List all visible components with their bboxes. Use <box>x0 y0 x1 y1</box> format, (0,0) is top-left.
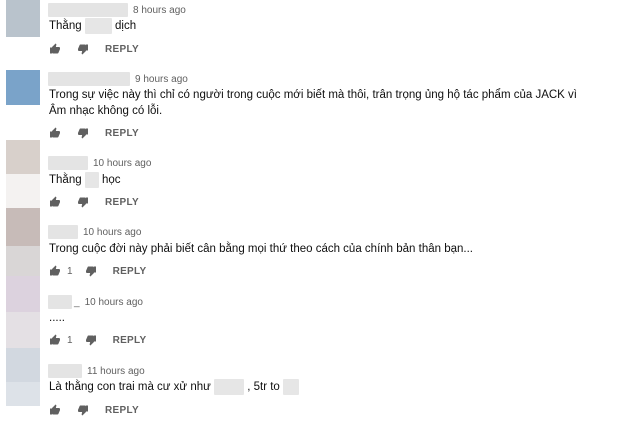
reply-button[interactable]: REPLY <box>105 197 139 208</box>
comment-actions: REPLY <box>49 41 139 57</box>
avatar[interactable] <box>6 208 40 246</box>
comment-timestamp[interactable]: 11 hours ago <box>87 366 145 377</box>
avatar-placeholder <box>6 174 40 208</box>
comment-actions: REPLY <box>49 194 139 210</box>
redacted-text <box>84 18 112 34</box>
comment-timestamp[interactable]: 10 hours ago <box>85 297 143 308</box>
comment-text: Thằng dịch <box>49 18 137 34</box>
comment-timestamp[interactable]: 10 hours ago <box>83 227 141 238</box>
thumbs-down-icon[interactable] <box>85 265 97 277</box>
reply-button[interactable]: REPLY <box>113 335 147 346</box>
author-name-redacted[interactable] <box>48 72 130 86</box>
author-name-redacted[interactable] <box>48 225 78 239</box>
redacted-text <box>84 172 99 188</box>
thumbs-up-icon[interactable] <box>49 127 61 139</box>
comment-text: Là thằng con trai mà cư xử như , 5tr to <box>49 379 594 395</box>
avatar-placeholder <box>6 312 40 348</box>
comment-actions: 1 REPLY <box>49 263 146 279</box>
comment-header: 8 hours ago <box>48 3 186 17</box>
thumbs-up-icon[interactable] <box>49 404 61 416</box>
comment-timestamp[interactable]: 9 hours ago <box>135 74 188 85</box>
comment-header: 11 hours ago <box>48 364 145 378</box>
comment-actions: 1 REPLY <box>49 332 146 348</box>
avatar[interactable] <box>6 70 40 105</box>
avatar[interactable] <box>6 140 40 174</box>
author-name-redacted[interactable] <box>48 156 88 170</box>
reply-button[interactable]: REPLY <box>105 44 139 55</box>
avatar[interactable] <box>6 348 40 382</box>
reply-button[interactable]: REPLY <box>105 128 139 139</box>
comment-actions: REPLY <box>49 125 139 141</box>
comment-header: 9 hours ago <box>48 72 188 86</box>
comment-text: ..... <box>49 312 65 324</box>
comment-header: 10 hours ago <box>48 156 151 170</box>
comment-header: 10 hours ago <box>48 225 141 239</box>
author-name-redacted[interactable] <box>48 3 128 17</box>
thumbs-down-icon[interactable] <box>77 196 89 208</box>
avatar-placeholder <box>6 382 40 406</box>
thumbs-up-icon[interactable] <box>49 196 61 208</box>
thumbs-down-icon[interactable] <box>77 404 89 416</box>
reply-button[interactable]: REPLY <box>113 266 147 277</box>
reply-button[interactable]: REPLY <box>105 405 139 416</box>
thumbs-up-icon[interactable] <box>49 334 61 346</box>
comment-header: _ 10 hours ago <box>48 295 143 309</box>
author-name-redacted[interactable] <box>48 364 82 378</box>
thumbs-up-icon[interactable] <box>49 43 61 55</box>
redacted-text <box>283 379 300 395</box>
comment-timestamp[interactable]: 8 hours ago <box>133 5 186 16</box>
avatar-placeholder <box>6 246 40 276</box>
thumbs-down-icon[interactable] <box>77 43 89 55</box>
thumbs-up-icon[interactable] <box>49 265 61 277</box>
comment-actions: REPLY <box>49 402 139 418</box>
thumbs-down-icon[interactable] <box>85 334 97 346</box>
comment-timestamp[interactable]: 10 hours ago <box>93 158 151 169</box>
thumbs-down-icon[interactable] <box>77 127 89 139</box>
comment-text: Thằng học <box>49 172 121 188</box>
avatar[interactable] <box>6 276 40 312</box>
comment-text: Trong cuộc đời này phải biết cân bằng mọ… <box>49 243 473 255</box>
like-count: 1 <box>67 334 73 346</box>
comment-text: Trong sự việc này thì chỉ có người trong… <box>49 89 577 117</box>
avatar[interactable] <box>6 0 40 37</box>
author-name-suffix[interactable]: _ <box>74 297 80 308</box>
redacted-text <box>214 379 245 395</box>
author-name-redacted[interactable] <box>48 295 72 309</box>
like-count: 1 <box>67 265 73 277</box>
